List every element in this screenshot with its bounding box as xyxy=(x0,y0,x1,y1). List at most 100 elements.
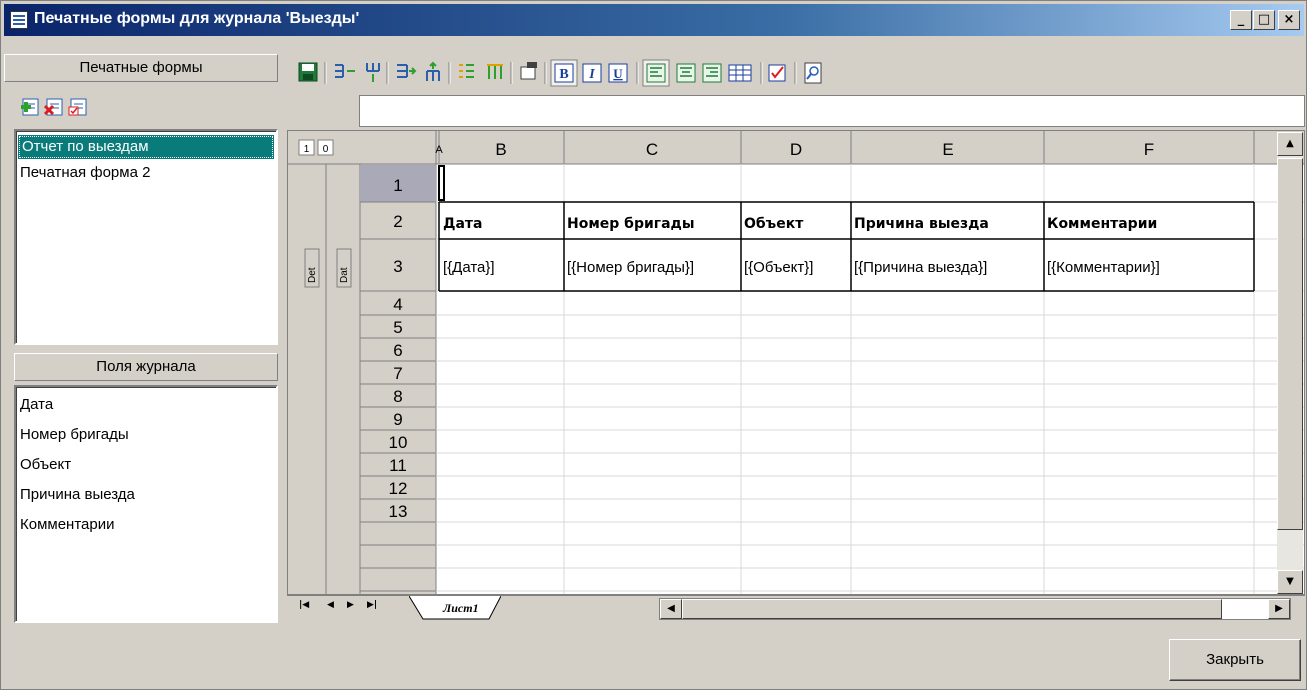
last-sheet-icon[interactable]: ▶| xyxy=(367,600,377,610)
first-sheet-icon[interactable]: |◀ xyxy=(299,600,309,610)
italic-icon[interactable]: I xyxy=(582,63,602,83)
cell-b3[interactable]: [{Дата}] xyxy=(443,259,495,276)
fields-list[interactable]: Дата Номер бригады Объект Причина выезда… xyxy=(14,385,278,623)
underline-icon[interactable]: U xyxy=(608,63,628,83)
maximize-button[interactable]: □ xyxy=(1253,10,1275,30)
sheet-tab-label: Лист1 xyxy=(443,601,479,615)
main-toolbar: B I U xyxy=(287,57,1305,87)
footer-area xyxy=(4,623,1304,688)
table-icon[interactable] xyxy=(728,64,752,82)
align-left-icon[interactable] xyxy=(642,59,670,87)
cell-d3[interactable]: [{Объект}] xyxy=(744,259,813,276)
group-icon[interactable] xyxy=(487,64,503,79)
scroll-down-button[interactable]: ▼ xyxy=(1277,570,1303,594)
column-header-e[interactable]: E xyxy=(942,140,953,159)
next-sheet-icon[interactable]: ▶ xyxy=(347,600,354,610)
formula-bar xyxy=(287,95,1305,129)
field-item[interactable]: Комментарии xyxy=(20,513,114,537)
fields-panel-header: Поля журнала xyxy=(14,353,278,381)
scroll-thumb[interactable] xyxy=(1277,158,1303,530)
row-header[interactable]: 5 xyxy=(393,318,402,337)
row-header[interactable]: 8 xyxy=(393,387,402,406)
list-item-form-1[interactable]: Отчет по выездам xyxy=(18,135,274,159)
forms-toolbar-icons xyxy=(21,98,87,116)
close-window-button[interactable]: × xyxy=(1278,10,1300,30)
row-header[interactable]: 9 xyxy=(393,410,402,429)
outline-level-1-button[interactable]: 1 xyxy=(298,139,315,156)
main-toolbar-icons: B I U xyxy=(298,59,822,87)
formula-input[interactable] xyxy=(359,95,1305,127)
active-cell-cursor xyxy=(438,165,445,201)
horizontal-scrollbar[interactable]: ◀ ▶ xyxy=(659,598,1291,620)
save-icon[interactable] xyxy=(298,62,318,82)
window-icon xyxy=(10,11,28,29)
row-header[interactable]: 11 xyxy=(389,456,407,475)
row-header[interactable]: 12 xyxy=(389,479,408,498)
format-painter-icon[interactable] xyxy=(520,62,537,80)
forms-toolbar xyxy=(21,95,91,119)
title-bar[interactable]: Печатные формы для журнала 'Выезды' _ □ … xyxy=(4,4,1304,36)
field-item[interactable]: Дата xyxy=(20,393,53,417)
row-header[interactable]: 13 xyxy=(389,502,408,521)
insert-column-icon[interactable] xyxy=(335,64,355,78)
align-center-icon[interactable] xyxy=(676,63,696,83)
preview-icon[interactable] xyxy=(804,62,822,84)
field-item[interactable]: Номер бригады xyxy=(20,423,129,447)
cell-d2[interactable]: Объект xyxy=(744,216,804,232)
spreadsheet-grid[interactable]: 1 0 A B C D E F Det Dat 1 2 3 4 5 6 7 8 … xyxy=(287,130,1305,595)
row-header[interactable]: 4 xyxy=(393,295,402,314)
band-label: Dat xyxy=(339,267,350,283)
minimize-button[interactable]: _ xyxy=(1230,10,1252,30)
cell-e2[interactable]: Причина выезда xyxy=(854,216,989,232)
insert-row-icon[interactable] xyxy=(366,63,380,82)
scroll-up-button[interactable]: ▲ xyxy=(1277,132,1303,156)
scroll-left-button[interactable]: ◀ xyxy=(660,599,682,619)
list-item-form-2[interactable]: Печатная форма 2 xyxy=(20,161,150,185)
band-marker-data[interactable]: Dat xyxy=(336,248,352,288)
band-marker-detail[interactable]: Det xyxy=(304,248,320,288)
column-header-f[interactable]: F xyxy=(1144,140,1154,159)
row-header[interactable]: 2 xyxy=(393,212,402,231)
cell-c3[interactable]: [{Номер бригады}] xyxy=(567,259,694,276)
row-header[interactable]: 7 xyxy=(393,364,402,383)
column-header-a[interactable]: A xyxy=(435,144,443,156)
indent-icon[interactable] xyxy=(397,64,417,78)
field-item[interactable]: Объект xyxy=(20,453,71,477)
cell-c2[interactable]: Номер бригады xyxy=(567,216,695,232)
cell-f2[interactable]: Комментарии xyxy=(1047,216,1157,232)
edit-form-icon[interactable] xyxy=(68,98,87,116)
vertical-scrollbar[interactable]: ▲ ▼ xyxy=(1277,132,1303,594)
column-header-b[interactable]: B xyxy=(495,140,506,159)
main-window: Печатные формы для журнала 'Выезды' _ □ … xyxy=(0,0,1307,690)
delete-form-icon[interactable] xyxy=(43,98,63,116)
hscroll-thumb[interactable] xyxy=(682,599,1222,619)
forms-panel-header: Печатные формы xyxy=(4,54,278,82)
outline-level-label: 1 xyxy=(304,144,310,155)
list-icon[interactable] xyxy=(459,64,474,78)
field-item[interactable]: Причина выезда xyxy=(20,483,135,507)
check-icon[interactable] xyxy=(768,64,786,82)
outline-level-label: 0 xyxy=(323,144,329,155)
forms-list[interactable]: Отчет по выездам Печатная форма 2 xyxy=(14,129,278,345)
row-header[interactable]: 3 xyxy=(393,257,402,276)
scroll-right-button[interactable]: ▶ xyxy=(1268,599,1290,619)
italic-label: I xyxy=(588,67,595,82)
add-form-icon[interactable] xyxy=(21,98,39,116)
outline-level-0-button[interactable]: 0 xyxy=(317,139,334,156)
cell-e3[interactable]: [{Причина выезда}] xyxy=(854,259,987,276)
prev-sheet-icon[interactable]: ◀ xyxy=(327,600,334,610)
row-header[interactable]: 10 xyxy=(389,433,408,452)
column-header-d[interactable]: D xyxy=(790,140,802,159)
bold-icon[interactable]: B xyxy=(550,59,578,87)
column-header-c[interactable]: C xyxy=(646,140,658,159)
row-header[interactable]: 6 xyxy=(393,341,402,360)
cell-b2[interactable]: Дата xyxy=(443,216,482,232)
window-title: Печатные формы для журнала 'Выезды' xyxy=(34,10,360,27)
sheet-tab-bar: |◀ ◀ ▶ ▶| Лист1 ◀ ▶ xyxy=(287,595,1305,621)
cell-f3[interactable]: [{Комментарии}] xyxy=(1047,259,1160,276)
align-right-icon[interactable] xyxy=(702,63,722,83)
sheet-tab[interactable]: Лист1 xyxy=(408,595,502,620)
row-header[interactable]: 1 xyxy=(393,176,402,195)
close-button[interactable]: Закрыть xyxy=(1169,639,1301,681)
outdent-icon[interactable] xyxy=(426,61,440,81)
